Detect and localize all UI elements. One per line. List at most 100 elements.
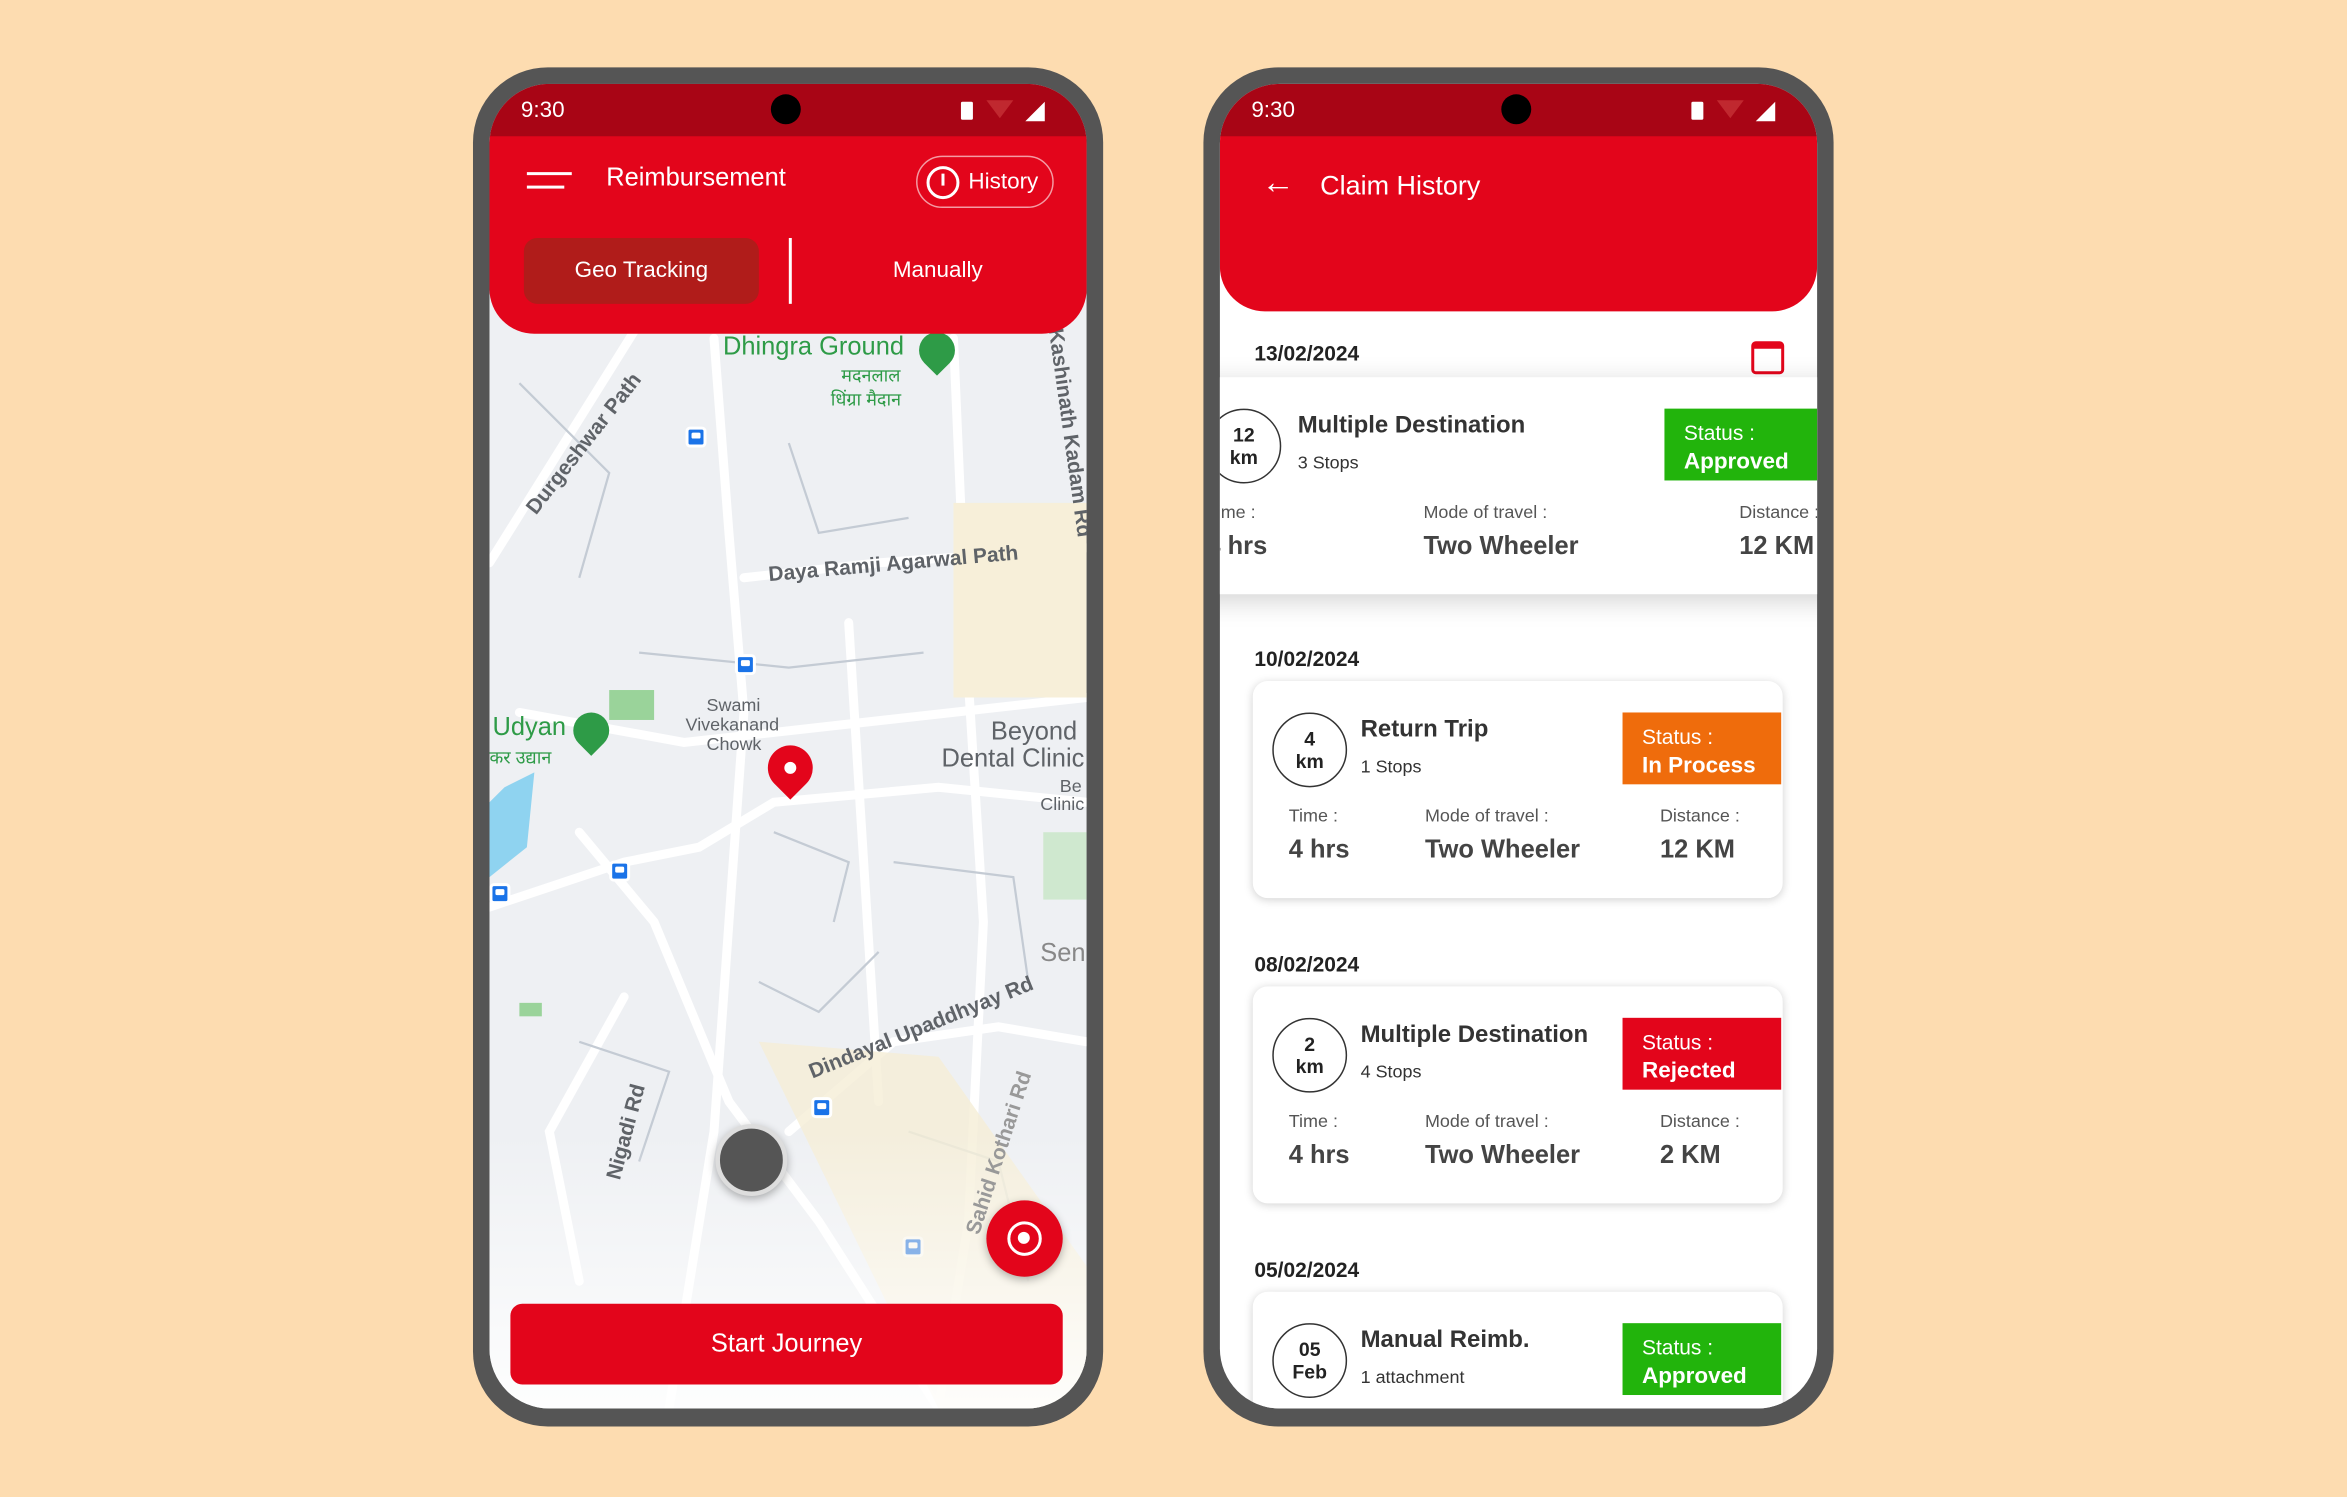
group-date: 10/02/2024 (1254, 646, 1360, 671)
time-value: 4 hrs (1288, 1140, 1350, 1170)
mode-value: Two Wheeler (1424, 1140, 1581, 1170)
distance-circle: 12 km (1219, 408, 1282, 484)
claim-title: Multiple Destination (1360, 1022, 1589, 1048)
status-label: Status : (1641, 1335, 1714, 1360)
camera-cutout (1501, 94, 1532, 125)
map-label-swami3: Chowk (706, 733, 762, 755)
tab-geo-tracking[interactable]: Geo Tracking (523, 237, 759, 304)
distance-label: Distance : (1659, 805, 1740, 827)
status-time: 9:30 (520, 97, 565, 123)
bus-stop-icon (811, 1097, 833, 1119)
app-header: Reimbursement History Geo Tracking Manua… (489, 136, 1087, 334)
phone-reimbursement: Dhingra Ground मदनलाल धिंग्रा मैदान Durg… (472, 67, 1104, 1427)
mode-label: Mode of travel : (1424, 1110, 1549, 1132)
claim-history-screen: 9:30 ← Claim History 13/02/2024 12 km Mul… (1219, 83, 1818, 1409)
map-label-be2: Clinic (1040, 793, 1085, 815)
recenter-button[interactable] (986, 1200, 1063, 1277)
circle-top: 4 (1304, 727, 1316, 750)
history-button[interactable]: History (916, 155, 1054, 209)
status-value: Approved (1641, 1363, 1747, 1390)
circle-bottom: km (1295, 1055, 1324, 1078)
claim-card[interactable]: 2 km Multiple Destination 4 Stops Status … (1252, 986, 1783, 1204)
calendar-icon[interactable] (1751, 341, 1785, 375)
signal-icon (1025, 101, 1045, 122)
group-date: 05/02/2024 (1254, 1257, 1360, 1282)
claim-title: Multiple Destination (1297, 413, 1526, 439)
status-bar: 9:30 (1219, 83, 1818, 138)
bus-stop-icon (734, 654, 756, 676)
camera-cutout (770, 94, 801, 125)
claim-stops: 3 Stops (1297, 452, 1359, 473)
time-label: Time : (1288, 805, 1338, 827)
bus-stop-icon (609, 860, 631, 882)
time-value: 4 hrs (1220, 531, 1268, 560)
group-date: 08/02/2024 (1254, 951, 1360, 976)
app-header: ← Claim History (1219, 136, 1818, 312)
map-label-swami1: Swami (706, 694, 761, 716)
start-journey-button[interactable]: Start Journey (510, 1303, 1063, 1385)
page-title: Claim History (1320, 170, 1481, 201)
status-label: Status : (1641, 724, 1714, 749)
mode-value: Two Wheeler (1424, 835, 1581, 864)
status-badge: Status : Approved (1664, 408, 1818, 481)
tab-manually[interactable]: Manually (822, 238, 1054, 304)
back-arrow-icon[interactable]: ← (1262, 163, 1295, 202)
map-label-beyond2: Dental Clinic (941, 743, 1085, 773)
signal-icon (1755, 101, 1776, 122)
menu-icon[interactable] (526, 172, 572, 190)
status-value: Rejected (1641, 1058, 1736, 1084)
map-label-dhingra-hi2: धिंग्रा मैदान (830, 389, 902, 411)
distance-circle: 2 km (1272, 1017, 1348, 1093)
claim-card[interactable]: 05 Feb Manual Reimb. 1 attachment Status … (1252, 1291, 1783, 1409)
claim-stops: 1 attachment (1360, 1366, 1465, 1388)
map-label-udyan: Udyan (492, 712, 567, 741)
status-bar: 9:30 (489, 83, 1087, 138)
circle-bottom: km (1229, 446, 1258, 469)
clock-icon (926, 166, 960, 200)
time-label: Time : (1220, 501, 1256, 523)
status-badge: Status : Approved (1622, 1323, 1782, 1396)
claim-title: Return Trip (1360, 716, 1489, 743)
status-value: In Process (1641, 752, 1756, 779)
distance-label: Distance : (1659, 1110, 1740, 1132)
map-label-udyan-hi: कर उद्यान (489, 746, 552, 768)
bus-stop-icon (685, 426, 707, 448)
map-label-swami2: Vivekanand (685, 713, 780, 735)
distance-value: 12 KM (1739, 531, 1815, 560)
status-time: 9:30 (1251, 97, 1296, 123)
map-label-dhingra: Dhingra Ground (722, 332, 905, 361)
status-badge: Status : Rejected (1622, 1017, 1782, 1090)
map-label-beyond1: Beyond (990, 716, 1078, 746)
bus-stop-icon (489, 883, 511, 905)
mode-label: Mode of travel : (1423, 501, 1548, 523)
distance-value: 2 KM (1659, 1140, 1721, 1170)
claim-title: Manual Reimb. (1360, 1327, 1530, 1354)
status-badge: Status : In Process (1622, 712, 1782, 785)
distance-circle: 05 Feb (1272, 1323, 1348, 1399)
mode-label: Mode of travel : (1424, 805, 1549, 827)
crosshair-icon (1007, 1221, 1042, 1256)
battery-icon (1691, 101, 1704, 120)
bus-stop-icon (902, 1236, 924, 1258)
phone-claim-history: 9:30 ← Claim History 13/02/2024 12 km Mul… (1203, 67, 1834, 1427)
map-label-dhingra-hi1: मदनलाल (841, 365, 901, 387)
claim-stops: 4 Stops (1360, 1061, 1422, 1083)
circle-bottom: km (1295, 749, 1324, 773)
page-title: Reimbursement (606, 163, 786, 192)
tab-divider (788, 237, 792, 304)
map-label-sen: Sen (1040, 938, 1086, 967)
wifi-icon (1716, 100, 1744, 119)
time-value: 4 hrs (1288, 835, 1350, 864)
claim-stops: 1 Stops (1360, 755, 1422, 777)
distance-value: 12 KM (1659, 835, 1735, 864)
claim-card[interactable]: 4 km Return Trip 1 Stops Status : In Proce… (1252, 681, 1783, 899)
circle-bottom: Feb (1292, 1360, 1328, 1384)
time-label: Time : (1288, 1110, 1338, 1132)
battery-icon (960, 101, 973, 120)
history-label: History (968, 169, 1039, 195)
mode-value: Two Wheeler (1423, 531, 1579, 560)
status-label: Status : (1641, 1029, 1714, 1054)
claim-card[interactable]: 12 km Multiple Destination 3 Stops Status… (1219, 377, 1818, 595)
circle-top: 12 (1233, 423, 1255, 447)
avatar[interactable] (715, 1124, 788, 1196)
